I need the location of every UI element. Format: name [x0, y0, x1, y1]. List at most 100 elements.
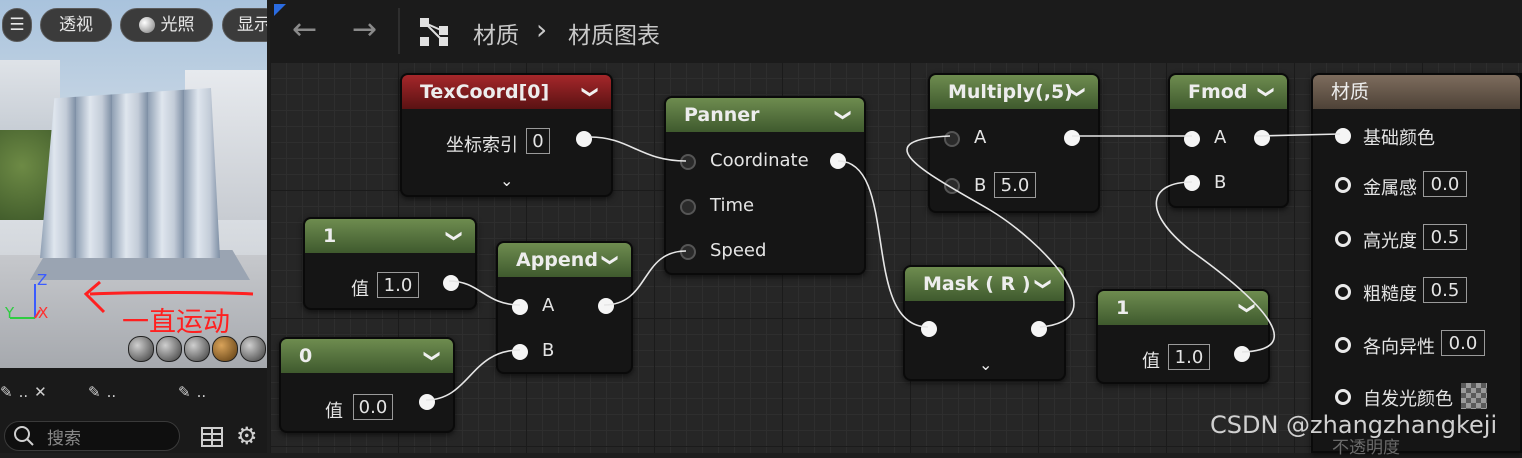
coordinate-index-label: 坐标索引 [446, 135, 518, 156]
chevron-down-icon[interactable]: ❯ [1230, 301, 1264, 314]
specular-label: 高光度 [1363, 231, 1417, 252]
coordinate-input-pin[interactable] [680, 154, 696, 170]
anisotropy-label: 各向异性 [1363, 337, 1435, 358]
toolbar-divider [398, 8, 400, 54]
node-append[interactable]: Append ❯ A B [496, 241, 633, 374]
pin-label-time: Time [710, 195, 755, 216]
b-value-field[interactable]: 5.0 [994, 172, 1036, 198]
chevron-down-icon[interactable]: ❯ [1249, 85, 1283, 98]
breadcrumb-current: 材质图表 [568, 23, 660, 49]
node-material-output[interactable]: 材质 基础颜色 金属感 0.0 高光度 0.5 粗糙度 0.5 各向异性 0.0… [1311, 73, 1522, 453]
node-texcoord[interactable]: TexCoord[0] ❯ 坐标索引 0 ⌄ [400, 73, 613, 197]
close-icon[interactable]: ✕ [34, 383, 47, 401]
node-multiply[interactable]: Multiply(,5) ❯ A B 5.0 [928, 73, 1100, 213]
output-pin[interactable] [576, 131, 592, 147]
axis-x-label: X [38, 304, 49, 322]
specular-pin[interactable] [1335, 231, 1351, 247]
pencil-icon: ✎ [178, 383, 191, 401]
node-fmod[interactable]: Fmod ❯ A B [1168, 73, 1289, 208]
plane-icon[interactable] [184, 336, 210, 362]
roughness-pin[interactable] [1335, 284, 1351, 300]
gear-icon[interactable]: ⚙ [236, 422, 258, 450]
preview-shape-buttons[interactable] [128, 336, 266, 362]
preview-mesh [40, 88, 220, 258]
metallic-field[interactable]: 0.0 [1423, 171, 1467, 197]
output-pin[interactable] [419, 394, 435, 410]
search-input[interactable]: 搜索 [4, 421, 180, 451]
node-title: 1 [1116, 297, 1130, 319]
chevron-down-icon[interactable]: ❯ [437, 229, 471, 242]
cube-icon[interactable] [212, 336, 238, 362]
node-panner[interactable]: Panner ❯ Coordinate Time Speed [664, 96, 866, 275]
tab-2[interactable]: ✎ .. [88, 376, 116, 408]
speed-input-pin[interactable] [680, 244, 696, 260]
axis-y-label: Y [5, 304, 15, 322]
chevron-down-icon[interactable]: ❯ [593, 253, 627, 266]
perspective-button[interactable]: 透视 [40, 8, 112, 42]
a-input-pin[interactable] [944, 131, 960, 147]
b-input-pin[interactable] [1184, 175, 1200, 191]
base-color-label: 基础颜色 [1363, 128, 1435, 149]
metallic-pin[interactable] [1335, 177, 1351, 193]
node-mask[interactable]: Mask ( R ) ❯ ⌄ [903, 265, 1066, 381]
back-icon[interactable]: ← [292, 12, 317, 47]
output-pin[interactable] [1254, 130, 1270, 146]
output-pin[interactable] [443, 275, 459, 291]
expand-chevron-icon[interactable]: ⌄ [979, 355, 992, 374]
a-input-pin[interactable] [1184, 131, 1200, 147]
emissive-color-pin[interactable] [1335, 389, 1351, 405]
chevron-down-icon[interactable]: ❯ [415, 349, 449, 362]
teapot-icon[interactable] [240, 336, 266, 362]
value-label: 值 [351, 279, 369, 300]
roughness-label: 粗糙度 [1363, 284, 1417, 305]
coordinate-index-field[interactable]: 0 [526, 128, 550, 154]
sphere-icon[interactable] [156, 336, 182, 362]
breadcrumb-root[interactable]: 材质 [473, 16, 519, 50]
lit-sphere-icon [138, 17, 155, 33]
anisotropy-field[interactable]: 0.0 [1441, 330, 1485, 356]
emissive-color-swatch[interactable] [1461, 383, 1487, 409]
chevron-down-icon[interactable]: ❯ [1060, 85, 1094, 98]
chevron-down-icon[interactable]: ❯ [826, 108, 860, 121]
time-input-pin[interactable] [680, 199, 696, 215]
node-constant-1-right[interactable]: 1 ❯ 值 1.0 [1096, 289, 1270, 384]
b-input-pin[interactable] [944, 178, 960, 194]
input-pin[interactable] [921, 321, 937, 337]
show-button[interactable]: 显示 [222, 8, 267, 42]
base-color-pin[interactable] [1335, 128, 1351, 144]
chevron-down-icon[interactable]: ❯ [1026, 277, 1060, 290]
expand-chevron-icon[interactable]: ⌄ [500, 171, 513, 190]
anisotropy-pin[interactable] [1335, 337, 1351, 353]
pencil-icon: ✎ [88, 383, 101, 401]
roughness-field[interactable]: 0.5 [1423, 277, 1467, 303]
node-title: Append [516, 249, 598, 271]
specular-field[interactable]: 0.5 [1423, 224, 1467, 250]
forward-icon[interactable]: → [352, 12, 377, 47]
pin-label-a: A [1214, 127, 1227, 148]
a-input-pin[interactable] [512, 299, 528, 315]
cylinder-icon[interactable] [128, 336, 154, 362]
tab-3[interactable]: ✎ .. [178, 376, 206, 408]
chevron-down-icon[interactable]: ❯ [573, 85, 607, 98]
node-title: TexCoord[0] [420, 81, 550, 103]
output-pin[interactable] [598, 298, 614, 314]
table-icon[interactable] [200, 426, 224, 448]
corner-marker [274, 4, 286, 16]
output-pin[interactable] [830, 153, 846, 169]
node-constant-1[interactable]: 1 ❯ 值 1.0 [303, 217, 477, 310]
breadcrumb-separator: › [536, 13, 548, 46]
viewport[interactable]: ☰ 透视 光照 显示 Z Y X 一直运动 [0, 0, 267, 368]
value-field[interactable]: 1.0 [377, 272, 419, 298]
tab-1[interactable]: ✎ .. ✕ [0, 376, 47, 408]
output-pin[interactable] [1234, 346, 1250, 362]
output-pin[interactable] [1064, 130, 1080, 146]
node-constant-0[interactable]: 0 ❯ 值 0.0 [279, 337, 455, 433]
hamburger-icon: ☰ [9, 15, 25, 35]
output-pin[interactable] [1031, 321, 1047, 337]
search-icon [14, 426, 34, 446]
b-input-pin[interactable] [512, 344, 528, 360]
value-field[interactable]: 1.0 [1168, 344, 1210, 370]
viewport-menu-button[interactable]: ☰ [2, 8, 32, 42]
value-field[interactable]: 0.0 [353, 394, 393, 420]
lighting-button[interactable]: 光照 [120, 8, 213, 42]
